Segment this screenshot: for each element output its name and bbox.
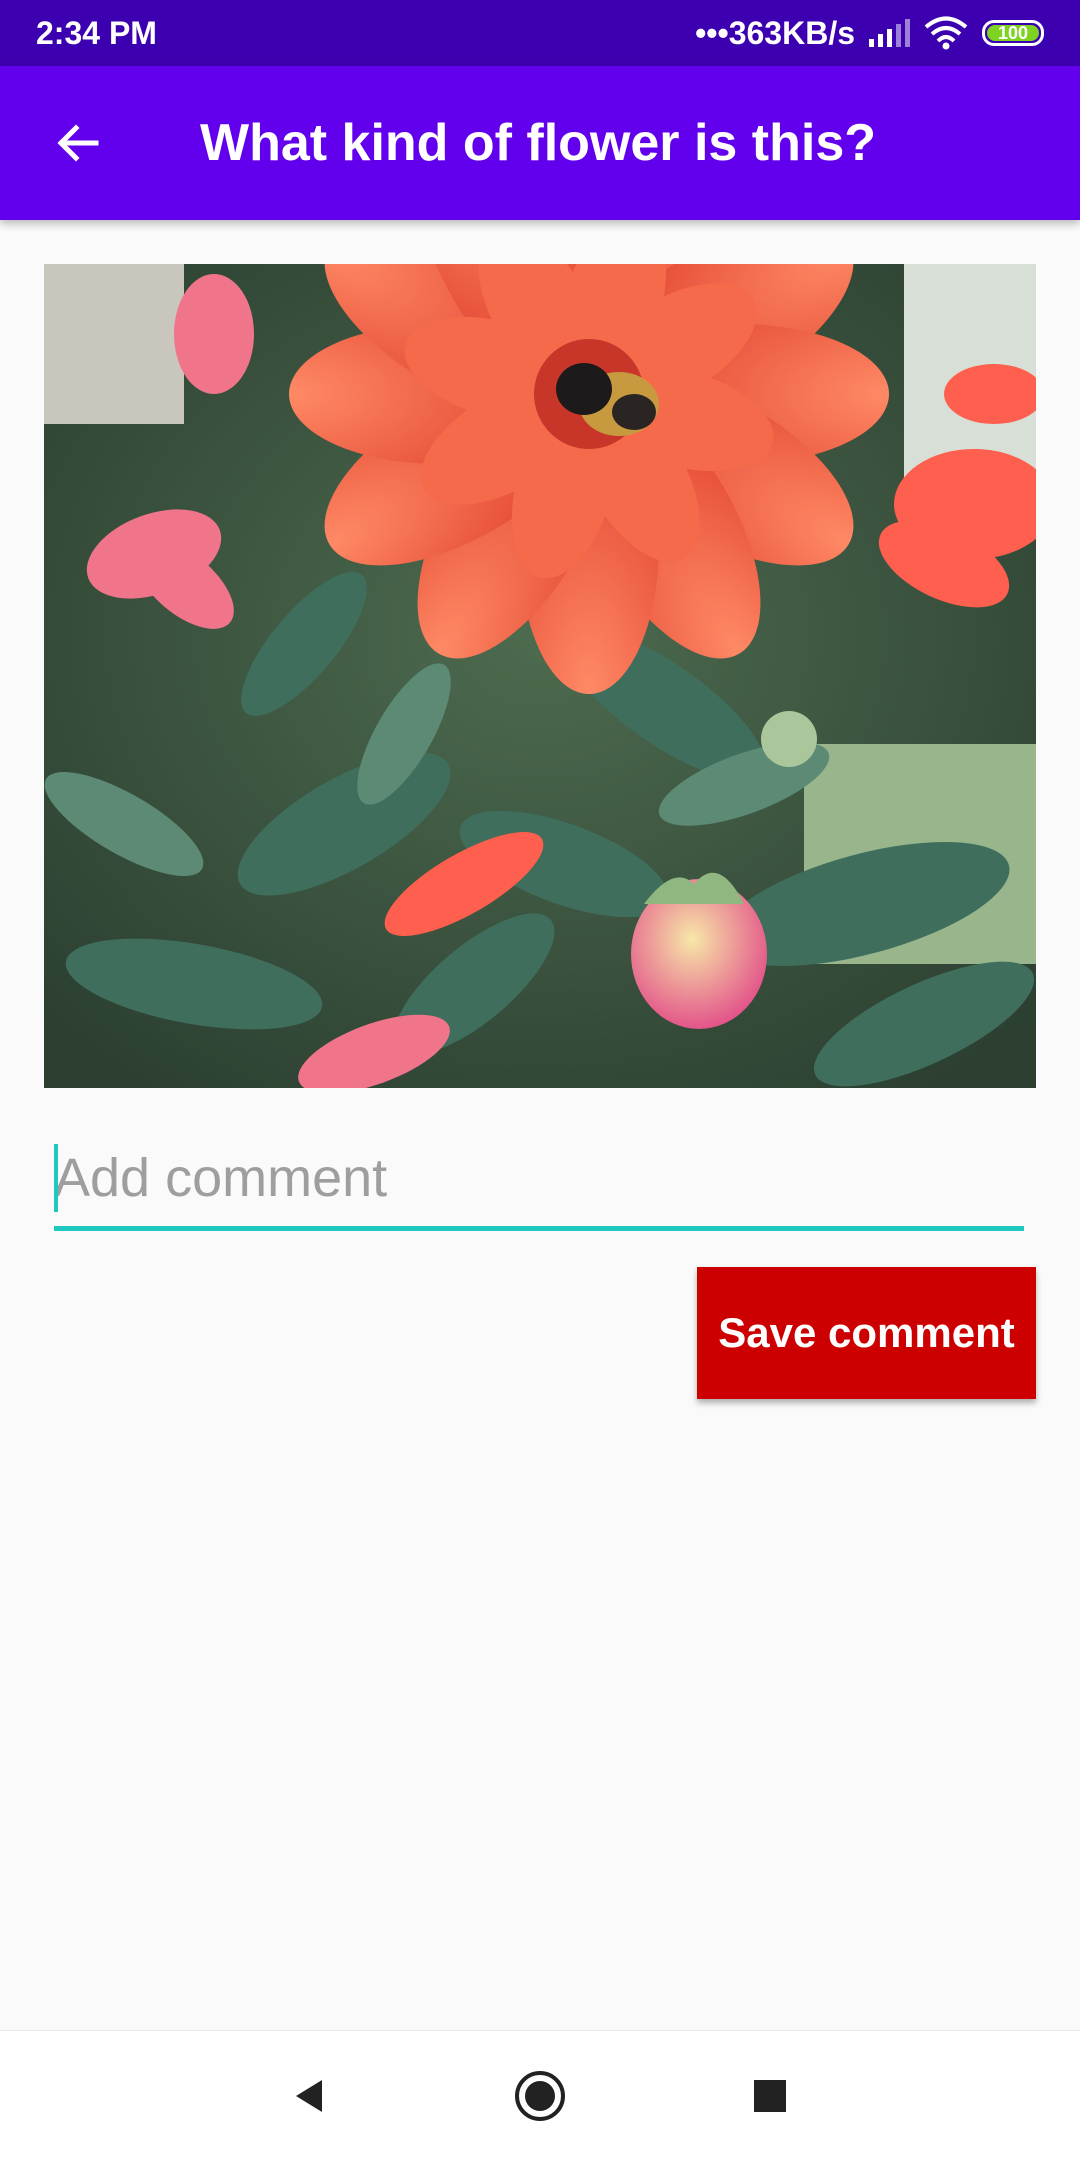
system-nav-bar [0, 2030, 1080, 2161]
battery-level: 100 [997, 22, 1029, 43]
status-time: 2:34 PM [36, 14, 157, 51]
status-bar: 2:34 PM •••363KB/s 100 [0, 0, 1080, 66]
page-title: What kind of flower is this? [200, 114, 876, 172]
save-comment-button[interactable]: Save comment [697, 1267, 1036, 1399]
comment-field[interactable] [54, 1130, 1024, 1231]
battery-icon: 100 [982, 20, 1044, 46]
text-cursor [54, 1144, 58, 1212]
comment-input[interactable] [54, 1130, 1024, 1226]
nav-home-button[interactable] [495, 2051, 585, 2141]
nav-home-icon [515, 2071, 565, 2121]
status-indicators: •••363KB/s 100 [695, 15, 1044, 52]
signal-icon [869, 19, 910, 47]
nav-back-icon [296, 2080, 322, 2112]
app-bar: What kind of flower is this? [0, 66, 1080, 220]
arrow-left-icon [57, 124, 99, 162]
nav-recents-button[interactable] [725, 2051, 815, 2141]
wifi-icon [924, 16, 968, 50]
flower-photo [44, 264, 1036, 1088]
network-speed: •••363KB/s [695, 14, 855, 51]
nav-back-button[interactable] [265, 2051, 355, 2141]
back-button[interactable] [30, 95, 126, 191]
nav-recents-icon [754, 2080, 786, 2112]
